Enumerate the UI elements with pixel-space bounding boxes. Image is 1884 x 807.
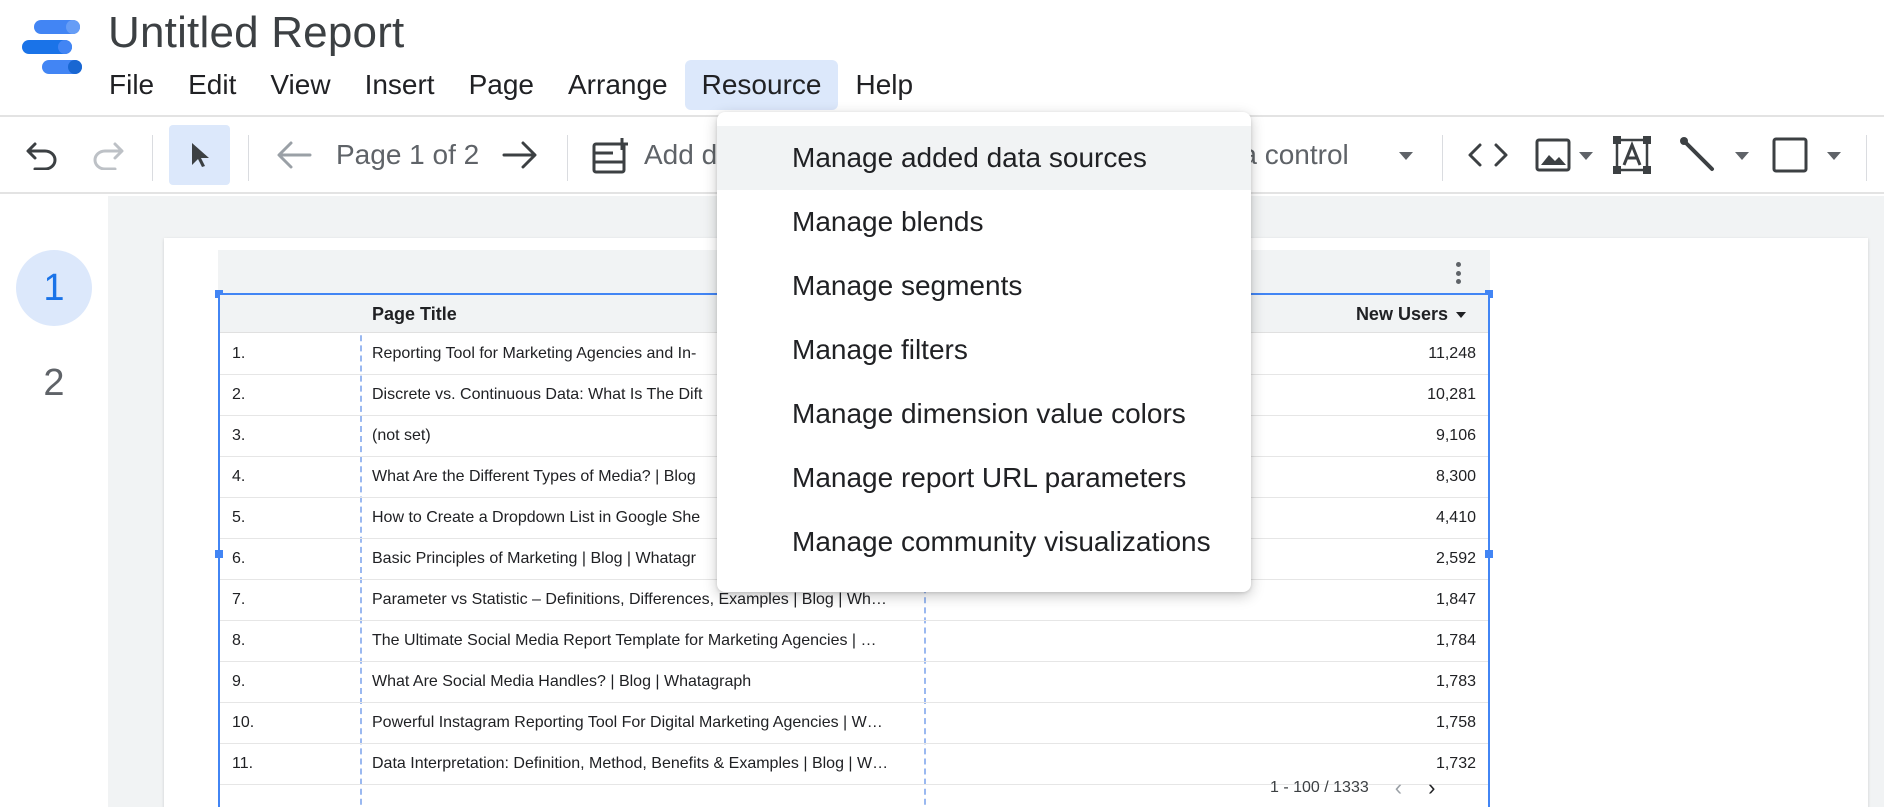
menu-item-manage-blends[interactable]: Manage blends: [717, 190, 1251, 254]
toolbar-divider: [1866, 135, 1867, 181]
new-users-cell: 2,592: [1435, 550, 1476, 567]
row-number: 11.: [232, 755, 254, 772]
toolbar-divider: [248, 135, 249, 181]
chevron-down-icon[interactable]: [1826, 149, 1842, 163]
menu-insert[interactable]: Insert: [348, 60, 452, 110]
add-data-label[interactable]: Add d: [644, 139, 717, 171]
toolbar-divider: [567, 135, 568, 181]
menu-view[interactable]: View: [253, 60, 347, 110]
row-number: 5.: [232, 509, 246, 526]
table-pagination: 1 - 100 / 1333 ‹ ›: [1270, 777, 1435, 799]
menu-page[interactable]: Page: [452, 60, 551, 110]
row-number: 8.: [232, 632, 246, 649]
add-data-icon[interactable]: [588, 133, 634, 179]
chevron-down-icon[interactable]: [1398, 149, 1414, 163]
menu-help[interactable]: Help: [838, 60, 930, 110]
table-row[interactable]: 8. The Ultimate Social Media Report Templ…: [220, 621, 1488, 662]
new-users-cell: 8,300: [1435, 468, 1476, 485]
next-page-icon[interactable]: [498, 133, 542, 177]
page-title-cell: Parameter vs Statistic – Definitions, Di…: [372, 591, 887, 608]
toolbar-divider: [1442, 135, 1443, 181]
new-users-cell: 1,784: [1435, 632, 1476, 649]
app-logo[interactable]: [20, 18, 84, 76]
image-icon[interactable]: [1532, 135, 1574, 175]
shape-rectangle-icon[interactable]: [1768, 133, 1812, 177]
sort-desc-icon: [1456, 311, 1466, 318]
menu-item-manage-segments[interactable]: Manage segments: [717, 254, 1251, 318]
page-title-cell: The Ultimate Social Media Report Templat…: [372, 632, 877, 649]
toolbar-divider: [152, 135, 153, 181]
menu-item-manage-report-url-parameters[interactable]: Manage report URL parameters: [717, 446, 1251, 510]
new-users-cell: 9,106: [1435, 427, 1476, 444]
menu-file[interactable]: File: [92, 60, 171, 110]
page-thumb-1[interactable]: 1: [16, 250, 92, 326]
column-header-page-title[interactable]: Page Title: [372, 304, 457, 325]
menu-item-manage-dimension-value-colors[interactable]: Manage dimension value colors: [717, 382, 1251, 446]
menu-item-manage-community-visualizations[interactable]: Manage community visualizations: [717, 510, 1251, 574]
page-title-cell: Powerful Instagram Reporting Tool For Di…: [372, 714, 883, 731]
row-number: 6.: [232, 550, 246, 567]
resource-dropdown-menu: Manage added data sources Manage blends …: [717, 112, 1251, 592]
new-users-cell: 1,847: [1435, 591, 1476, 608]
page-thumb-2[interactable]: 2: [16, 345, 92, 421]
table-row[interactable]: 10. Powerful Instagram Reporting Tool For…: [220, 703, 1488, 744]
embed-code-icon[interactable]: [1464, 135, 1512, 175]
undo-icon[interactable]: [20, 135, 64, 175]
row-number: 2.: [232, 386, 246, 403]
line-icon[interactable]: [1676, 133, 1720, 177]
pagination-range: 1 - 100 / 1333: [1270, 779, 1369, 796]
column-header-new-users[interactable]: New Users: [1356, 304, 1466, 325]
row-number: 7.: [232, 591, 246, 608]
redo-icon[interactable]: [86, 135, 130, 175]
menu-edit[interactable]: Edit: [171, 60, 253, 110]
chevron-down-icon[interactable]: [1734, 149, 1750, 163]
new-users-cell: 4,410: [1435, 509, 1476, 526]
menu-arrange[interactable]: Arrange: [551, 60, 685, 110]
row-number: 10.: [232, 714, 255, 731]
more-options-icon[interactable]: [1456, 262, 1462, 284]
page-title-cell: Data Interpretation: Definition, Method,…: [372, 755, 889, 772]
text-box-icon[interactable]: [1610, 133, 1654, 177]
new-users-cell: 1,732: [1435, 755, 1476, 772]
new-users-cell: 11,248: [1428, 345, 1476, 362]
row-number: 1.: [232, 345, 246, 362]
report-title[interactable]: Untitled Report: [108, 8, 404, 58]
column-header-label: New Users: [1355, 304, 1448, 324]
new-users-cell: 10,281: [1427, 386, 1476, 403]
prev-page-arrow-icon[interactable]: ‹: [1395, 777, 1402, 799]
menu-resource[interactable]: Resource: [684, 60, 839, 110]
chevron-down-icon[interactable]: [1578, 149, 1594, 163]
menu-item-manage-added-data-sources[interactable]: Manage added data sources: [717, 126, 1251, 190]
new-users-cell: 1,783: [1435, 673, 1476, 690]
menu-bar: File Edit View Insert Page Arrange Resou…: [92, 60, 930, 110]
prev-page-icon[interactable]: [272, 133, 316, 177]
table-row[interactable]: 9. What Are Social Media Handles? | Blog …: [220, 662, 1488, 703]
page-title-cell: What Are Social Media Handles? | Blog | …: [372, 673, 752, 690]
new-users-cell: 1,758: [1435, 714, 1476, 731]
row-number: 9.: [232, 673, 246, 690]
menu-item-manage-filters[interactable]: Manage filters: [717, 318, 1251, 382]
next-page-arrow-icon[interactable]: ›: [1428, 777, 1435, 799]
row-number: 4.: [232, 468, 246, 485]
row-number: 3.: [232, 427, 246, 444]
select-cursor-icon[interactable]: [169, 125, 230, 185]
page-indicator: Page 1 of 2: [336, 139, 480, 170]
